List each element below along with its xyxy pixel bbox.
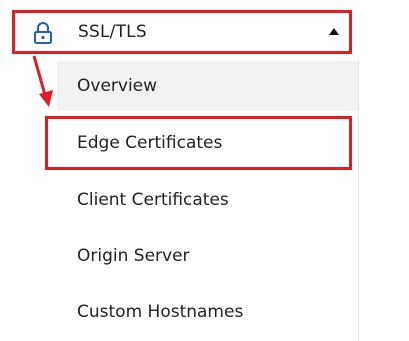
sidebar-item-origin-server[interactable]: Origin Server — [57, 231, 358, 281]
annotation-highlight-box — [45, 116, 352, 170]
lock-icon — [34, 22, 52, 44]
sidebar-item-label: Custom Hostnames — [77, 302, 244, 322]
sidebar-section-ssl-tls[interactable]: SSL/TLS — [12, 10, 352, 54]
sidebar-item-overview[interactable]: Overview — [57, 61, 358, 111]
content-area-edge — [358, 60, 409, 341]
sidebar-item-label: Overview — [77, 76, 158, 96]
sidebar-item-label: Origin Server — [77, 246, 190, 266]
caret-up-icon[interactable] — [329, 28, 339, 35]
sidebar-item-client-certificates[interactable]: Client Certificates — [57, 175, 358, 225]
sidebar-item-custom-hostnames[interactable]: Custom Hostnames — [57, 287, 358, 337]
ssl-tls-nav-screenshot: SSL/TLS Overview Edge Certificates Clien… — [0, 0, 409, 341]
sidebar-section-label: SSL/TLS — [78, 22, 147, 42]
sidebar-item-label: Client Certificates — [77, 190, 229, 210]
